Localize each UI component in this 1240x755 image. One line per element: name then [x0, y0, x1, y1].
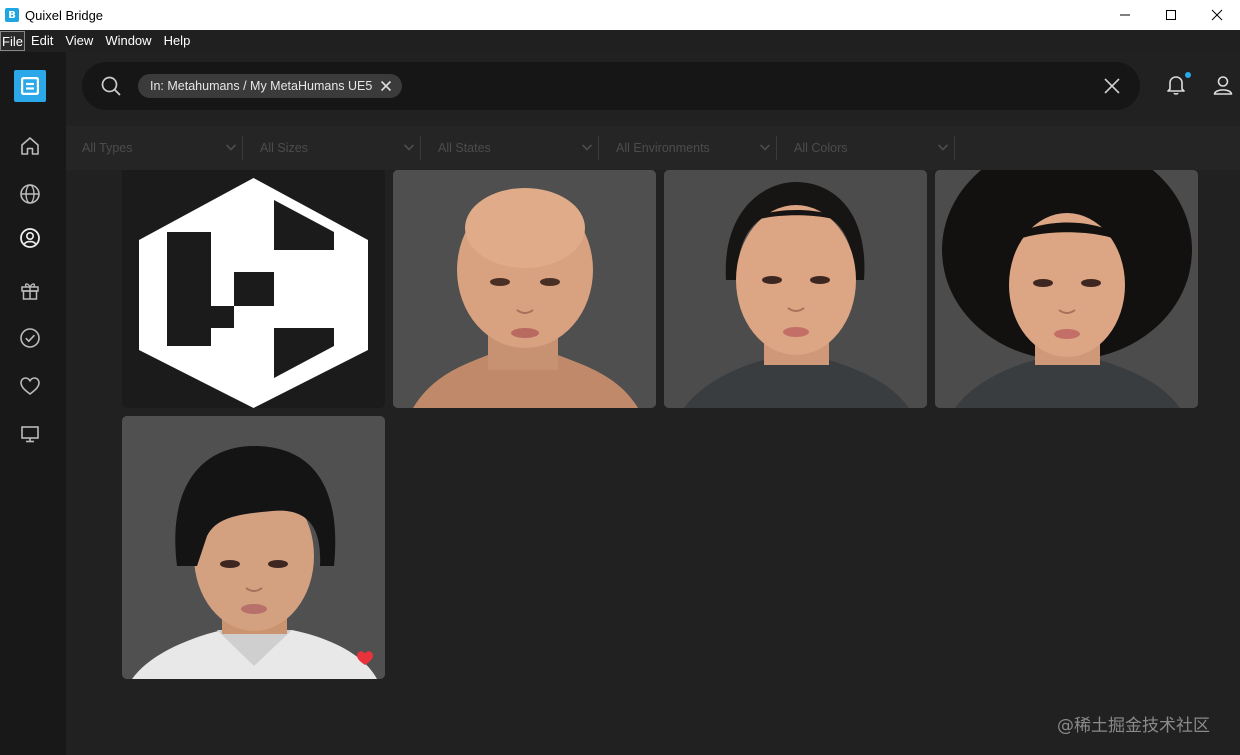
- close-button[interactable]: [1194, 0, 1240, 30]
- filter-sizes-label: All Sizes: [260, 141, 308, 155]
- chevron-down-icon: [403, 144, 415, 151]
- filter-colors[interactable]: All Colors: [794, 134, 970, 162]
- title-bar: B Quixel Bridge: [0, 0, 1240, 30]
- user-account-icon[interactable]: [1212, 74, 1234, 96]
- window-title: Quixel Bridge: [25, 7, 104, 23]
- filter-environments-label: All Environments: [616, 141, 710, 155]
- menu-edit[interactable]: Edit: [25, 31, 59, 51]
- metahuman-short-hair-thumbnail: [122, 416, 385, 679]
- filter-divider: [598, 136, 599, 160]
- check-circle-icon[interactable]: [18, 326, 42, 350]
- filter-divider: [954, 136, 955, 160]
- asset-card-receding-hair[interactable]: [664, 170, 927, 408]
- filter-types-label: All Types: [82, 141, 133, 155]
- filter-colors-label: All Colors: [794, 141, 848, 155]
- chevron-down-icon: [937, 144, 949, 151]
- filter-bar: All Types All Sizes All States All Envir…: [66, 126, 1240, 170]
- filter-types[interactable]: All Types: [82, 134, 258, 162]
- watermark: @稀土掘金技术社区: [1057, 716, 1210, 736]
- filter-environments[interactable]: All Environments: [616, 134, 792, 162]
- minimize-icon: [1120, 14, 1130, 16]
- metahuman-logo: [139, 178, 368, 408]
- close-icon: [1211, 9, 1223, 21]
- asset-card-bald[interactable]: [393, 170, 656, 408]
- bridge-logo[interactable]: [14, 70, 46, 102]
- chevron-down-icon: [759, 144, 771, 151]
- minimize-button[interactable]: [1102, 0, 1148, 30]
- user-circle-icon[interactable]: [18, 226, 42, 250]
- chip-close-icon[interactable]: [380, 80, 392, 92]
- menu-bar: File Edit View Window Help: [0, 30, 1240, 52]
- app-icon: B: [5, 8, 19, 22]
- chip-label: In: Metahumans / My MetaHumans UE5: [150, 79, 373, 93]
- menu-view[interactable]: View: [59, 31, 99, 51]
- asset-card-short-hair[interactable]: [122, 416, 385, 679]
- filter-divider: [776, 136, 777, 160]
- clear-search-icon[interactable]: [1102, 76, 1122, 96]
- menu-window[interactable]: Window: [99, 31, 157, 51]
- menu-file[interactable]: File: [0, 31, 25, 51]
- chevron-down-icon: [225, 144, 237, 151]
- maximize-button[interactable]: [1148, 0, 1194, 30]
- chevron-down-icon: [581, 144, 593, 151]
- home-icon[interactable]: [18, 134, 42, 158]
- gift-icon[interactable]: [18, 278, 42, 302]
- heart-icon[interactable]: [18, 374, 42, 398]
- filter-divider: [242, 136, 243, 160]
- metahuman-curly-thumbnail: [935, 170, 1198, 408]
- search-icon: [101, 76, 121, 96]
- globe-icon[interactable]: [18, 182, 42, 206]
- metahuman-receding-thumbnail: [664, 170, 927, 408]
- filter-sizes[interactable]: All Sizes: [260, 134, 436, 162]
- sidebar: [0, 52, 66, 755]
- search-bar[interactable]: In: Metahumans / My MetaHumans UE5: [82, 62, 1140, 110]
- filter-states[interactable]: All States: [438, 134, 614, 162]
- search-filter-chip[interactable]: In: Metahumans / My MetaHumans UE5: [138, 74, 403, 98]
- monitor-icon[interactable]: [18, 422, 42, 446]
- maximize-icon: [1166, 10, 1176, 20]
- asset-card-curly-hair[interactable]: [935, 170, 1198, 408]
- menu-help[interactable]: Help: [158, 31, 197, 51]
- metahuman-bald-thumbnail: [393, 170, 656, 408]
- notification-dot: [1185, 72, 1191, 78]
- filter-divider: [420, 136, 421, 160]
- filter-states-label: All States: [438, 141, 491, 155]
- favorite-heart-icon[interactable]: [356, 650, 374, 666]
- asset-card-logo[interactable]: [122, 170, 385, 408]
